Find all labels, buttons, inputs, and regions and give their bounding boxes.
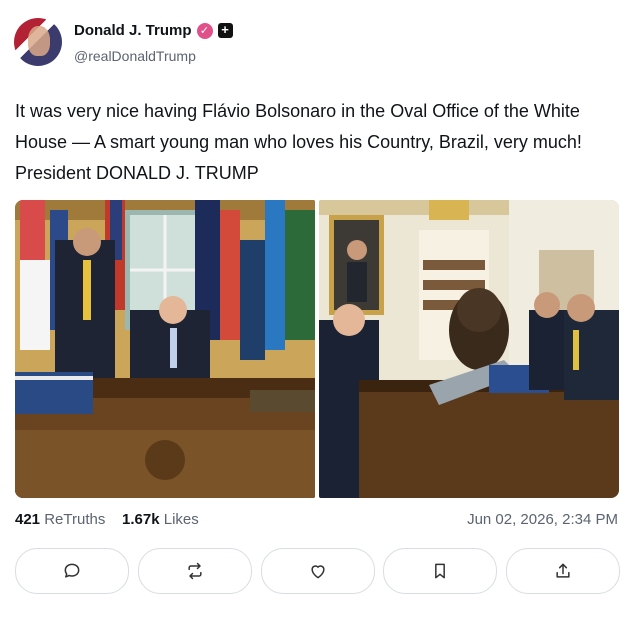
post-timestamp[interactable]: Jun 02, 2026, 2:34 PM <box>467 511 618 528</box>
plus-badge-icon: + <box>217 23 233 38</box>
author-handle[interactable]: @realDonaldTrump <box>74 48 196 64</box>
photo-oval-office-desk-illustration <box>15 200 315 498</box>
like-icon <box>310 565 325 579</box>
share-button[interactable] <box>506 548 620 594</box>
retruths-count[interactable]: 421 <box>15 511 40 528</box>
photo-oval-office-meeting[interactable] <box>319 200 619 498</box>
avatar-face <box>28 26 50 56</box>
comment-button[interactable] <box>15 548 129 594</box>
likes-count[interactable]: 1.67k <box>122 511 160 528</box>
avatar[interactable] <box>14 18 62 66</box>
author-display-name[interactable]: Donald J. Trump <box>74 22 192 39</box>
share-icon <box>556 563 570 578</box>
action-bar <box>15 548 620 594</box>
verified-badge-icon: ✓ <box>196 22 213 39</box>
photo-oval-office-desk[interactable] <box>15 200 315 498</box>
retruth-icon <box>188 562 202 580</box>
like-button[interactable] <box>260 548 375 594</box>
likes-label[interactable]: Likes <box>164 511 199 528</box>
bookmark-button[interactable] <box>383 548 498 594</box>
author-name-row[interactable]: Donald J. Trump ✓ + <box>74 22 233 39</box>
photo-oval-office-meeting-illustration <box>319 200 619 498</box>
comment-icon <box>64 563 80 578</box>
post-text: It was very nice having Flávio Bolsonaro… <box>15 101 582 183</box>
retruth-button[interactable] <box>137 548 252 594</box>
post-stats: 421 ReTruths 1.67k Likes <box>15 511 199 528</box>
bookmark-icon <box>435 563 446 579</box>
retruths-label[interactable]: ReTruths <box>44 511 105 528</box>
